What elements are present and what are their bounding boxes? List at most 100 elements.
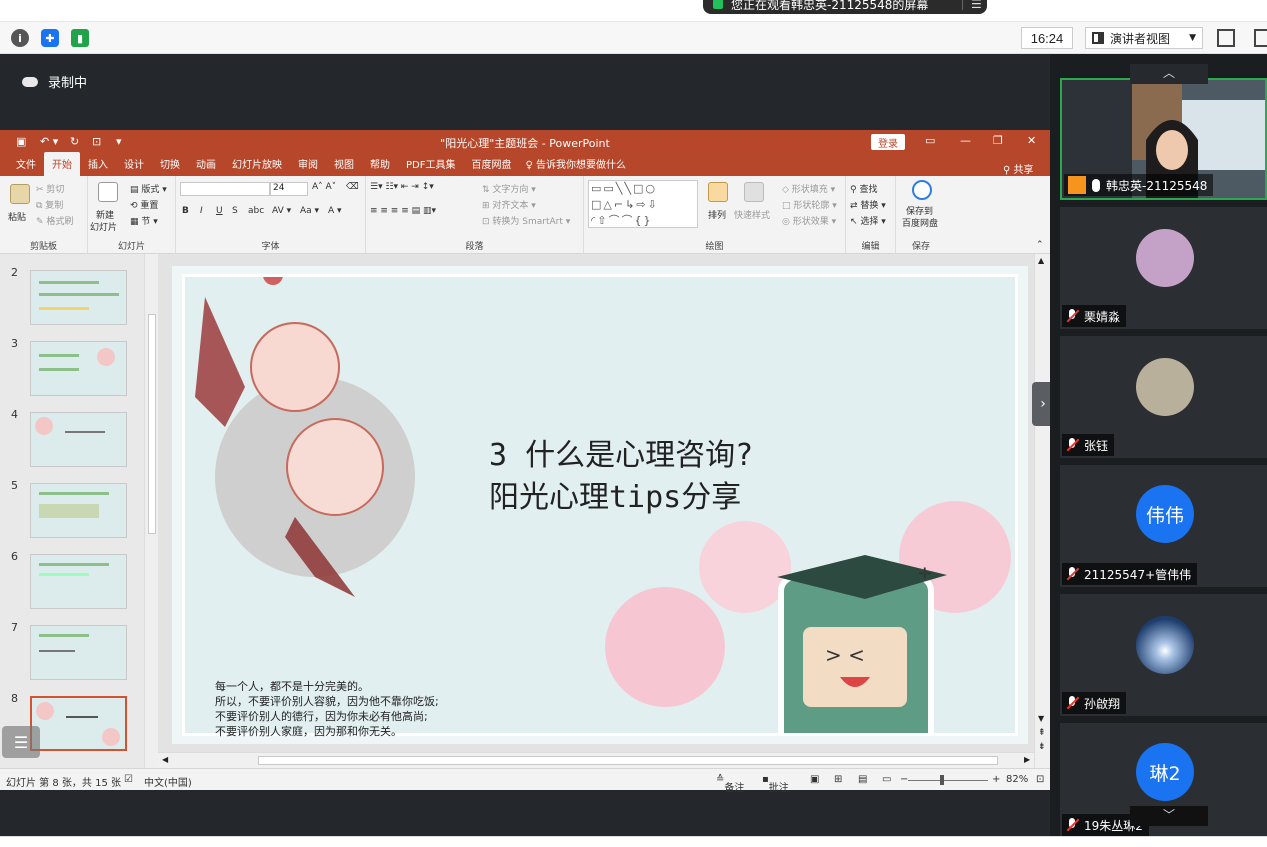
zoom-in-button[interactable]: + — [992, 774, 1000, 785]
collapse-ribbon-icon[interactable]: ⌃ — [1036, 240, 1044, 250]
bold-button[interactable]: B — [182, 206, 189, 216]
tell-me-search[interactable]: ♀ 告诉我你想要做什么 — [525, 156, 626, 176]
spacing-button[interactable]: AV ▾ — [272, 206, 291, 216]
font-grow-shrink[interactable]: A˄ A˅ — [312, 182, 336, 192]
maximize-icon[interactable]: ❐ — [993, 134, 1003, 147]
tab-file[interactable]: 文件 — [8, 156, 44, 176]
slide-thumbnail[interactable] — [30, 554, 127, 609]
screen-share-banner[interactable]: 您正在观看韩忠英-21125548的屏幕 ☰ — [703, 0, 987, 14]
share-button[interactable]: ⚲ 共享 — [1003, 161, 1034, 176]
redo-icon[interactable]: ↻ — [70, 135, 79, 148]
zoom-slider[interactable] — [908, 780, 988, 781]
tab-insert[interactable]: 插入 — [80, 156, 116, 176]
previous-slide-icon[interactable]: ⇞ — [1038, 728, 1046, 738]
reset-button[interactable]: ⟲ 重置 — [130, 198, 158, 211]
scrollbar-thumb[interactable] — [148, 314, 156, 534]
new-slide-button-line2[interactable]: 幻灯片 — [90, 220, 117, 233]
undo-icon[interactable]: ↶ ▾ — [40, 135, 58, 148]
slide-thumbnail[interactable] — [30, 341, 127, 396]
slide-thumbnail-selected[interactable] — [30, 696, 127, 751]
fullscreen-icon[interactable] — [1217, 29, 1235, 47]
smartart-button[interactable]: ⊡ 转换为 SmartArt ▾ — [482, 214, 570, 227]
underline-button[interactable]: U — [216, 206, 223, 216]
font-color-button[interactable]: A ▾ — [328, 206, 342, 216]
participant-tile-active[interactable]: 韩忠英-21125548 — [1060, 78, 1267, 200]
participant-tile[interactable]: 伟伟 21125547+管伟伟 — [1060, 465, 1267, 587]
participant-tile[interactable]: 孙啟翔 — [1060, 594, 1267, 716]
slide-thumbnail[interactable] — [30, 483, 127, 538]
strikethrough-button[interactable]: abc — [248, 206, 264, 216]
select-button[interactable]: ↖ 选择 ▾ — [850, 214, 886, 227]
shape-outline-button[interactable]: □ 形状轮廓 ▾ — [782, 198, 837, 211]
italic-button[interactable]: I — [200, 206, 203, 216]
info-icon[interactable]: i — [11, 29, 29, 47]
tab-pdf-tools[interactable]: PDF工具集 — [398, 156, 463, 176]
arrange-icon[interactable] — [708, 182, 728, 202]
normal-view-icon[interactable]: ▣ — [810, 774, 819, 785]
tab-home[interactable]: 开始 — [44, 152, 80, 176]
tab-design[interactable]: 设计 — [116, 156, 152, 176]
tab-help[interactable]: 帮助 — [362, 156, 398, 176]
slide-title[interactable]: 3 什么是心理咨询? 阳光心理tips分享 — [489, 435, 753, 519]
paste-icon[interactable] — [10, 184, 30, 204]
recording-indicator[interactable]: 录制中 — [22, 72, 87, 91]
find-button[interactable]: ⚲ 查找 — [850, 182, 877, 195]
alignment-buttons[interactable]: ≡ ≡ ≡ ≡ ▤ ▥▾ — [370, 206, 436, 216]
participants-scroll-up-icon[interactable]: ︿ — [1130, 64, 1208, 84]
align-text-button[interactable]: ⊞ 对齐文本 ▾ — [482, 198, 536, 211]
tab-slideshow[interactable]: 幻灯片放映 — [224, 156, 290, 176]
canvas-horizontal-scrollbar[interactable]: ◀ ▶ — [158, 752, 1034, 768]
quick-styles-icon[interactable] — [744, 182, 764, 202]
banner-menu-icon[interactable]: ☰ — [971, 0, 987, 11]
scroll-down-arrow-icon[interactable]: ▼ — [1038, 714, 1044, 723]
shadow-button[interactable]: S — [232, 206, 238, 216]
slide-thumbnail[interactable] — [30, 625, 127, 680]
participants-scroll-down-icon[interactable]: ﹀ — [1130, 806, 1208, 826]
thumbnail-scrollbar[interactable] — [144, 254, 158, 768]
reading-view-icon[interactable]: ▤ — [858, 774, 867, 785]
zoom-slider-thumb[interactable] — [940, 775, 944, 785]
text-direction-button[interactable]: ⇅ 文字方向 ▾ — [482, 182, 536, 195]
accessibility-icon[interactable]: ☑ — [124, 774, 133, 785]
tab-animations[interactable]: 动画 — [188, 156, 224, 176]
shapes-gallery[interactable]: ▭▭╲╲□○ □△⌐↳⇨⇩ ◜⇧⌒⌒{} — [588, 180, 698, 228]
new-slide-icon[interactable] — [98, 182, 118, 202]
slide-body-text[interactable]: 每一个人，都不是十分完美的。 所以，不要评价别人容貌，因为他不靠你吃饭; 不要评… — [215, 679, 439, 739]
scroll-up-arrow-icon[interactable]: ▲ — [1038, 256, 1044, 265]
language-indicator[interactable]: 中文(中国) — [144, 774, 192, 789]
present-icon[interactable]: ⊡ — [92, 135, 101, 148]
security-shield-icon[interactable]: ✚ — [41, 29, 59, 47]
slide-sorter-icon[interactable]: ⊞ — [834, 774, 842, 785]
tab-review[interactable]: 审阅 — [290, 156, 326, 176]
next-slide-icon[interactable]: ⇟ — [1038, 742, 1046, 752]
login-button[interactable]: 登录 — [871, 134, 905, 150]
slide-thumbnail[interactable] — [30, 270, 127, 325]
cut-button[interactable]: ✂ 剪切 — [36, 182, 64, 195]
participant-tile[interactable]: 栗婧淼 — [1060, 207, 1267, 329]
baidu-netdisk-button[interactable]: 百度网盘 — [902, 216, 938, 229]
font-size-field[interactable]: 24 — [270, 182, 308, 196]
save-icon[interactable]: ▣ — [16, 135, 26, 148]
arrange-button[interactable]: 排列 — [708, 208, 726, 221]
notes-button[interactable]: ≙ 备注 — [716, 774, 744, 794]
participant-tile[interactable]: 张钰 — [1060, 336, 1267, 458]
horizontal-scroll-thumb[interactable] — [258, 756, 998, 765]
paste-button[interactable]: 粘贴 — [8, 210, 26, 223]
bullets-button[interactable]: ☰▾ ☷▾ ⇤ ⇥ ↕▾ — [370, 182, 434, 192]
layout-button[interactable]: ▤ 版式 ▾ — [130, 182, 167, 195]
tab-baidu-netdisk[interactable]: 百度网盘 — [463, 156, 519, 176]
slideshow-view-icon[interactable]: ▭ — [882, 774, 891, 785]
baidu-cloud-icon[interactable] — [912, 180, 932, 200]
section-button[interactable]: ▦ 节 ▾ — [130, 214, 158, 227]
ribbon-display-icon[interactable]: ▭ — [925, 134, 935, 147]
tab-view[interactable]: 视图 — [326, 156, 362, 176]
fit-slide-icon[interactable]: ⊡ — [1036, 774, 1044, 785]
view-mode-select[interactable]: 演讲者视图 ▼ — [1085, 27, 1203, 49]
canvas-vertical-scrollbar[interactable]: ▲ ▼ ⇞ ⇟ — [1034, 254, 1050, 768]
close-icon[interactable]: ✕ — [1027, 134, 1036, 147]
minimize-icon[interactable]: — — [960, 134, 971, 147]
slide-thumbnail[interactable] — [30, 412, 127, 467]
case-button[interactable]: Aa ▾ — [300, 206, 319, 216]
tab-transitions[interactable]: 切换 — [152, 156, 188, 176]
current-slide[interactable]: > < 3 什么是心理咨询? 阳光心理tips分享 每一个人，都不是十分完美的。… — [172, 266, 1028, 744]
